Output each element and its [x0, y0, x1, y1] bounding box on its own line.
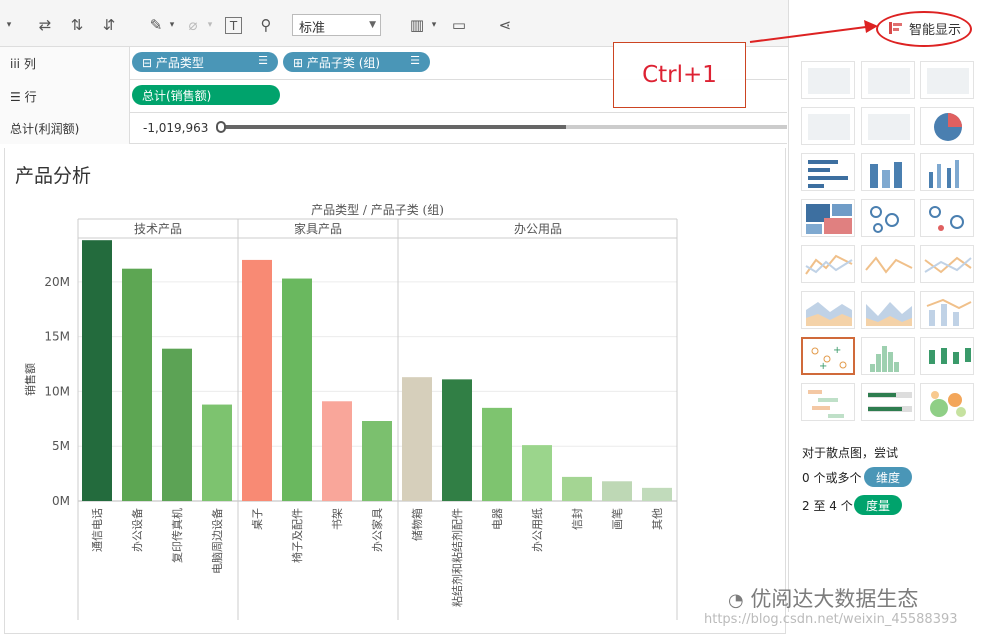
annotation-arrow [749, 20, 878, 43]
